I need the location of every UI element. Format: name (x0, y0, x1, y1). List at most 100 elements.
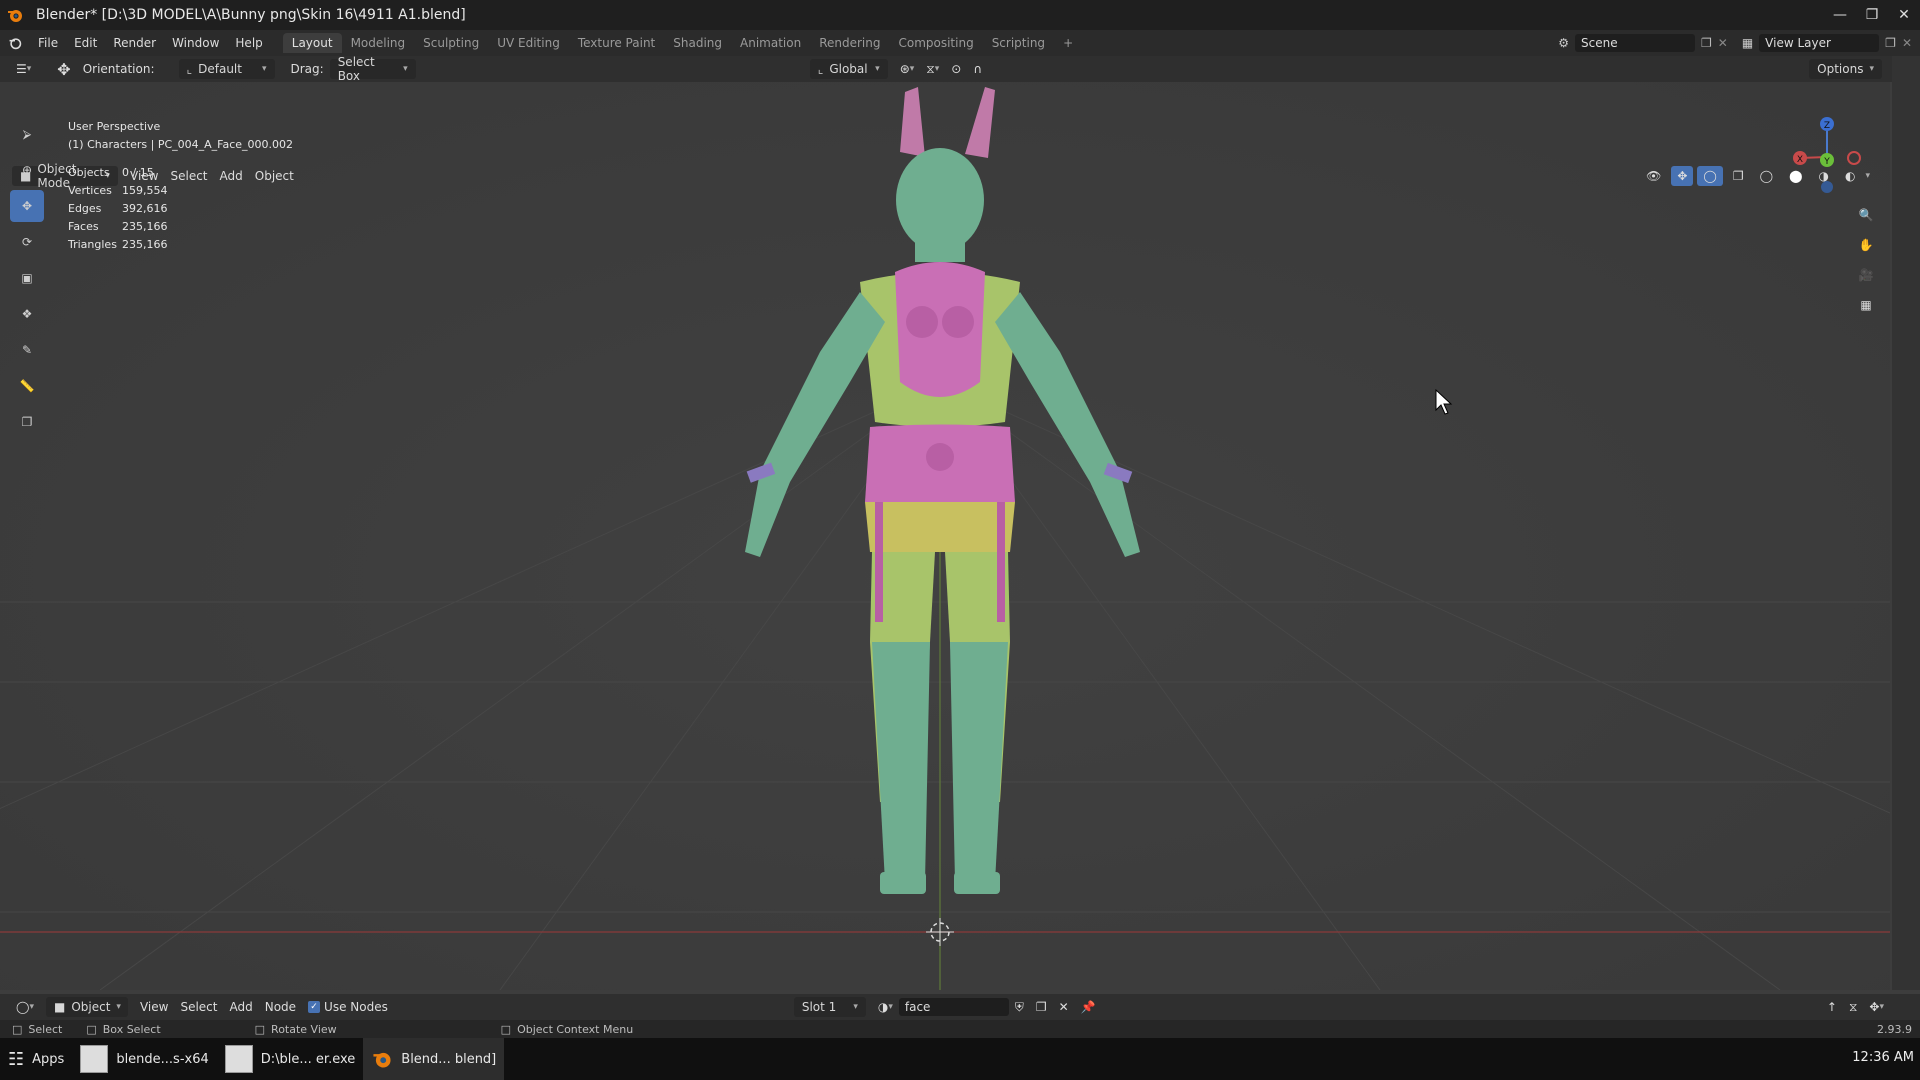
gizmo-toggle-icon[interactable]: ✥ (1671, 166, 1694, 186)
window-title: Blender* [D:\3D MODEL\A\Bunny png\Skin 1… (36, 7, 466, 23)
node-menu-select[interactable]: Select (174, 997, 223, 1017)
parent-node-tree-icon[interactable]: ↑ (1821, 997, 1843, 1017)
blender-menu-icon[interactable] (0, 36, 30, 50)
apps-button[interactable]: ☷ Apps (0, 1038, 72, 1080)
orientation-dropdown[interactable]: ⌞ Default ▾ (178, 59, 275, 79)
taskbar-item[interactable]: blende...s-x64 (72, 1038, 216, 1080)
unlink-material-icon[interactable]: ✕ (1053, 997, 1075, 1017)
options-dropdown[interactable]: Options ▾ (1809, 59, 1882, 79)
ortho-toggle-icon[interactable]: ▦ (1850, 290, 1882, 320)
tab-modeling[interactable]: Modeling (342, 33, 415, 53)
tab-rendering[interactable]: Rendering (810, 33, 889, 53)
cursor-tool-icon[interactable]: ⊕ (10, 154, 44, 186)
fake-user-shield-icon[interactable]: ⛨ (1009, 997, 1030, 1017)
snap-node-icon[interactable]: ⧖ (1843, 997, 1863, 1017)
stat-value: 235,166 (122, 238, 168, 251)
tab-scripting[interactable]: Scripting (983, 33, 1054, 53)
stat-value: 392,616 (122, 202, 168, 215)
drag-value: Select Box (337, 55, 375, 83)
tab-animation[interactable]: Animation (731, 33, 810, 53)
falloff-icon[interactable]: ∩ (967, 59, 988, 79)
right-side-panel-strip[interactable] (1892, 56, 1920, 990)
node-editor-type-icon[interactable]: ◯ ▾ (10, 997, 40, 1017)
taskbar-item-label: Blend... blend] (401, 1051, 497, 1067)
zoom-icon[interactable]: 🔍 (1850, 200, 1882, 230)
material-name-field[interactable]: face (898, 998, 1009, 1016)
menu-file[interactable]: File (30, 36, 66, 50)
tab-compositing[interactable]: Compositing (889, 33, 982, 53)
taskbar-item-label: D:\ble... er.exe (260, 1051, 356, 1067)
measure-tool-icon[interactable]: 📏 (10, 370, 44, 402)
left-toolbar: ⮚ ⊕ ✥ ⟳ ▣ ❖ ✎ 📏 ❐ (10, 118, 46, 442)
pivot-point-icon[interactable]: ⊛ ▾ (894, 59, 921, 79)
mouse-left-icon: □ (12, 1022, 23, 1036)
new-view-layer-icon[interactable]: ❐ (1885, 36, 1896, 50)
use-nodes-label: Use Nodes (324, 1000, 388, 1014)
transform-tool-icon[interactable]: ❖ (10, 298, 44, 330)
rotate-tool-icon[interactable]: ⟳ (10, 226, 44, 258)
shading-wireframe-icon[interactable]: ◯ (1754, 166, 1779, 186)
move-tool-icon[interactable]: ✥ (51, 59, 76, 79)
navigation-gizmo[interactable]: Z Y X (1782, 112, 1872, 202)
drag-dropdown[interactable]: Select Box ▾ (329, 55, 416, 83)
scene-icon[interactable]: ⚙ (1558, 36, 1569, 50)
move-tool-icon-active[interactable]: ✥ (10, 190, 44, 222)
view-layer-icon[interactable]: ▦ (1742, 36, 1753, 50)
close-icon[interactable]: ✕ (1888, 0, 1920, 30)
material-browse-icon[interactable]: ◑ ▾ (872, 997, 899, 1017)
os-taskbar: ☷ Apps blende...s-x64 D:\ble... er.exe B… (0, 1038, 1920, 1080)
viewport-info-overlay: User Perspective (1) Characters | PC_004… (68, 118, 293, 254)
scene-field[interactable]: Scene (1575, 34, 1695, 52)
editor-type-icon[interactable]: ☰ ▾ (10, 59, 37, 79)
snap-icon[interactable]: ⧖ ▾ (920, 59, 945, 79)
global-axes-icon: ⌞ (817, 62, 824, 76)
taskbar-item-active[interactable]: Blend... blend] (363, 1038, 505, 1080)
pan-hand-icon[interactable]: ✋ (1850, 230, 1882, 260)
add-workspace-button[interactable]: + (1054, 33, 1082, 53)
slot-dropdown[interactable]: Slot 1 ▾ (793, 997, 866, 1017)
camera-view-icon[interactable]: 🎥 (1850, 260, 1882, 290)
tab-texture-paint[interactable]: Texture Paint (569, 33, 664, 53)
add-cube-tool-icon[interactable]: ❐ (10, 406, 44, 438)
node-editor-header: ◯ ▾ ■ Object ▾ View Select Add Node ✓ Us… (0, 994, 1920, 1020)
node-snap-options-icon[interactable]: ✥ ▾ (1863, 997, 1890, 1017)
view-layer-field[interactable]: View Layer (1759, 34, 1880, 52)
delete-scene-icon[interactable]: ✕ (1718, 36, 1728, 50)
menu-help[interactable]: Help (227, 36, 270, 50)
menu-edit[interactable]: Edit (66, 36, 105, 50)
use-nodes-checkbox[interactable]: ✓ Use Nodes (302, 997, 394, 1017)
node-menu-node[interactable]: Node (259, 997, 302, 1017)
annotate-tool-icon[interactable]: ✎ (10, 334, 44, 366)
minimize-icon[interactable]: — (1824, 0, 1856, 30)
stat-label: Edges (68, 202, 102, 215)
duplicate-material-icon[interactable]: ❐ (1030, 997, 1053, 1017)
proportional-edit-icon[interactable]: ⊙ (945, 59, 967, 79)
stat-label: Triangles (68, 238, 117, 251)
shader-type-value: Object (71, 1000, 111, 1014)
visibility-icon[interactable]: 👁 (1640, 166, 1667, 186)
tab-shading[interactable]: Shading (664, 33, 731, 53)
node-menu-view[interactable]: View (134, 997, 174, 1017)
stat-value: 0 / 15 (122, 166, 154, 179)
tab-sculpting[interactable]: Sculpting (414, 33, 488, 53)
delete-view-layer-icon[interactable]: ✕ (1902, 36, 1912, 50)
mouse-drag-icon: □ (86, 1022, 97, 1036)
scale-tool-icon[interactable]: ▣ (10, 262, 44, 294)
taskbar-item[interactable]: D:\ble... er.exe (217, 1038, 364, 1080)
pin-icon[interactable]: 📌 (1075, 997, 1102, 1017)
new-scene-icon[interactable]: ❐ (1701, 36, 1712, 50)
restore-icon[interactable]: ❐ (1856, 0, 1888, 30)
tab-layout[interactable]: Layout (282, 33, 342, 53)
menu-render[interactable]: Render (105, 36, 164, 50)
select-box-tool-icon[interactable]: ⮚ (10, 118, 44, 150)
xray-toggle-icon[interactable]: ❐ (1727, 166, 1750, 186)
active-object-label: (1) Characters | PC_004_A_Face_000.002 (68, 138, 294, 151)
transform-orientation-dropdown[interactable]: ⌞ Global ▾ (809, 59, 888, 79)
menu-window[interactable]: Window (164, 36, 227, 50)
clock: 12:36 AM (1852, 1050, 1914, 1065)
status-bar: □ Select □ Box Select □ Rotate View □ Object… (0, 1020, 1920, 1038)
node-menu-add[interactable]: Add (223, 997, 258, 1017)
shader-type-dropdown[interactable]: ■ Object ▾ (45, 997, 128, 1017)
overlay-toggle-icon[interactable]: ◯ (1697, 166, 1723, 186)
tab-uv-editing[interactable]: UV Editing (488, 33, 569, 53)
